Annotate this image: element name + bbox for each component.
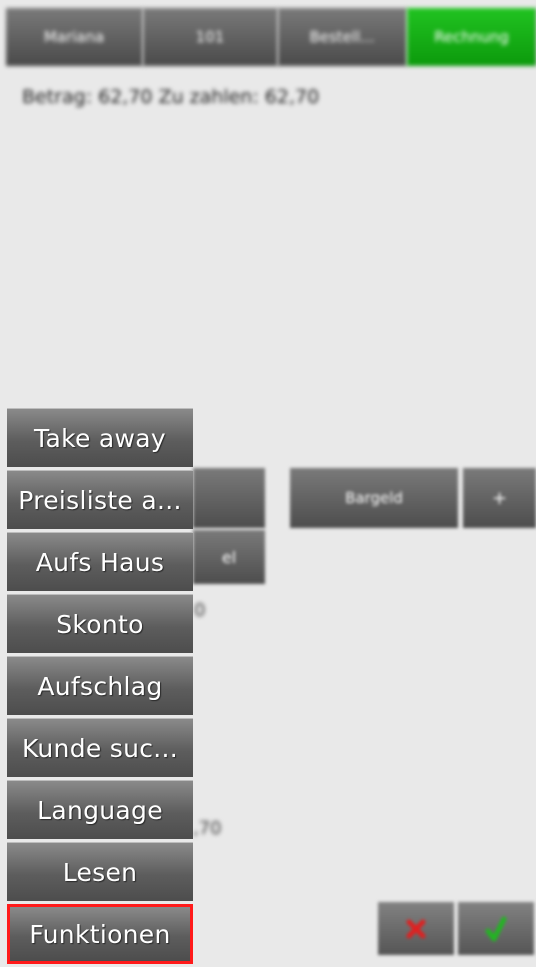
payment-left-button[interactable] <box>193 468 265 528</box>
menu-item-take-away[interactable]: Take away <box>7 408 193 467</box>
add-payment-button[interactable]: + <box>463 468 536 528</box>
value-fragment: 0 <box>194 600 206 621</box>
menu-item-discount[interactable]: Skonto <box>7 594 193 653</box>
check-icon <box>485 916 507 941</box>
menu-item-on-the-house[interactable]: Aufs Haus <box>7 532 193 591</box>
confirm-button[interactable] <box>458 902 534 955</box>
small-action-button[interactable]: el <box>193 530 265 584</box>
payment-method-button[interactable]: Bargeld <box>290 468 458 528</box>
amount-summary: Betrag: 62,70 Zu zahlen: 62,70 <box>22 86 320 108</box>
tab-order[interactable]: Bestell... <box>278 8 407 66</box>
menu-item-pricelist[interactable]: Preisliste a... <box>7 470 193 529</box>
value-fragment: ,70 <box>193 818 222 839</box>
menu-item-customer-search[interactable]: Kunde suc... <box>7 718 193 777</box>
top-tab-bar: Mariana 101 Bestell... Rechnung <box>0 0 536 70</box>
menu-item-functions[interactable]: Funktionen <box>7 904 193 964</box>
tab-waiter[interactable]: Mariana <box>6 8 143 66</box>
menu-item-read[interactable]: Lesen <box>7 842 193 901</box>
menu-item-language[interactable]: Language <box>7 780 193 839</box>
x-icon <box>406 919 426 938</box>
function-menu: Take away Preisliste a... Aufs Haus Skon… <box>7 408 193 967</box>
tab-invoice[interactable]: Rechnung <box>407 8 536 66</box>
cancel-button[interactable] <box>378 902 454 955</box>
menu-item-surcharge[interactable]: Aufschlag <box>7 656 193 715</box>
tab-table[interactable]: 101 <box>143 8 278 66</box>
